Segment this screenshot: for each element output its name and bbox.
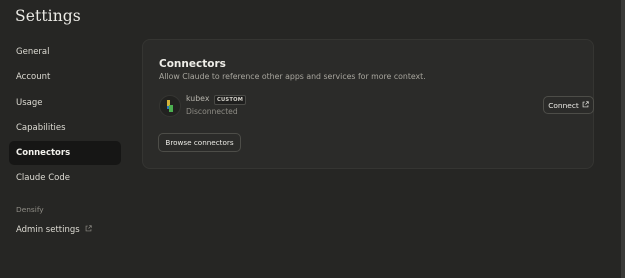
connector-row: kubex CUSTOM Disconnected Connect: [159, 94, 594, 120]
sidebar-item-label: Usage: [16, 97, 43, 108]
settings-sidebar: General Account Usage Capabilities Conne…: [9, 40, 121, 192]
connectors-card: Connectors Allow Claude to reference oth…: [142, 39, 594, 169]
sidebar-item-label: Claude Code: [16, 173, 70, 184]
custom-badge: CUSTOM: [214, 95, 247, 105]
connect-button[interactable]: Connect: [543, 96, 594, 114]
connect-button-label: Connect: [548, 100, 579, 110]
sidebar-item-label: Connectors: [16, 148, 71, 159]
sidebar-section-label: Densify: [16, 205, 44, 214]
sidebar-item-label: Admin settings: [16, 225, 80, 235]
sidebar-item-claude-code[interactable]: Claude Code: [9, 166, 121, 190]
sidebar-item-account[interactable]: Account: [9, 65, 121, 89]
sidebar-item-general[interactable]: General: [9, 40, 121, 64]
kubex-logo-icon: [159, 95, 181, 117]
page-title: Settings: [15, 7, 81, 25]
external-link-icon: [582, 100, 589, 110]
external-link-icon: [85, 225, 92, 235]
sidebar-item-label: Capabilities: [16, 122, 66, 133]
browse-connectors-button[interactable]: Browse connectors: [158, 133, 241, 152]
connectors-subtitle: Allow Claude to reference other apps and…: [159, 72, 426, 81]
sidebar-item-capabilities[interactable]: Capabilities: [9, 116, 121, 140]
sidebar-item-label: Account: [16, 72, 51, 83]
sidebar-item-usage[interactable]: Usage: [9, 91, 121, 115]
connector-status: Disconnected: [186, 107, 238, 116]
connector-name: kubex: [186, 94, 210, 103]
sidebar-item-admin-settings[interactable]: Admin settings: [9, 219, 121, 241]
browse-connectors-label: Browse connectors: [165, 138, 234, 147]
connectors-title: Connectors: [159, 58, 226, 70]
sidebar-item-connectors[interactable]: Connectors: [9, 141, 121, 166]
sidebar-item-label: General: [16, 47, 50, 57]
window-edge: [621, 0, 625, 278]
